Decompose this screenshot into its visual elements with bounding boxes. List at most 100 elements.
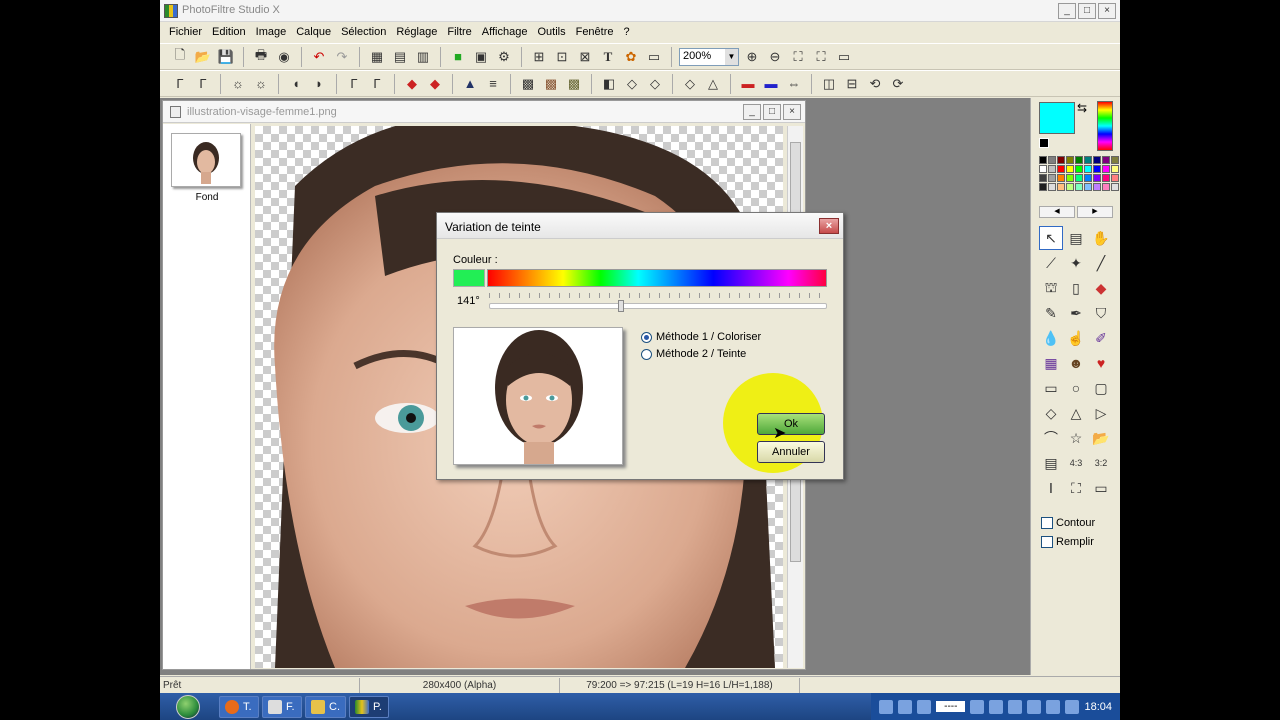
palette-swatch[interactable] xyxy=(1093,183,1101,191)
sharpen-icon[interactable]: ◧ xyxy=(599,74,619,94)
transform-icon[interactable]: ⇔ xyxy=(784,74,804,94)
text-cursor-icon[interactable]: Ⅰ xyxy=(1039,476,1063,500)
histogram-icon[interactable]: ▲ xyxy=(460,74,480,94)
dialog-close-icon[interactable]: × xyxy=(819,218,839,234)
brightness-down-icon[interactable]: ☼ xyxy=(228,74,248,94)
method2-radio[interactable] xyxy=(641,348,652,360)
palette-next-icon[interactable]: ▶ xyxy=(1077,206,1113,218)
palette-swatch[interactable] xyxy=(1093,165,1101,173)
palette-swatch[interactable] xyxy=(1084,156,1092,164)
blur-drop-icon[interactable]: 💧 xyxy=(1039,326,1063,350)
arrow-shape-icon[interactable]: ▷ xyxy=(1089,401,1113,425)
copy-icon[interactable]: ▤ xyxy=(390,47,410,67)
grayscale-icon[interactable]: ▩ xyxy=(518,74,538,94)
diamond-icon[interactable]: ◇ xyxy=(1039,401,1063,425)
sepia-icon[interactable]: ▩ xyxy=(541,74,561,94)
method2-option[interactable]: Méthode 2 / Teinte xyxy=(641,348,746,360)
pointer-tool-icon[interactable]: ↖ xyxy=(1039,226,1063,250)
eraser-icon[interactable]: ◆ xyxy=(1089,276,1113,300)
palette-swatch[interactable] xyxy=(1039,165,1047,173)
palette-swatch[interactable] xyxy=(1048,183,1056,191)
zoom-in-icon[interactable]: ⊕ xyxy=(742,47,762,67)
new-file-icon[interactable]: 🗋 xyxy=(170,47,190,67)
fill-option[interactable]: Remplir xyxy=(1041,536,1094,548)
palette-swatch[interactable] xyxy=(1066,156,1074,164)
method1-option[interactable]: Méthode 1 / Coloriser xyxy=(641,331,761,343)
plugin-icon[interactable]: ✿ xyxy=(621,47,641,67)
spray-icon[interactable]: ▯ xyxy=(1064,276,1088,300)
minimize-button[interactable]: _ xyxy=(1058,3,1076,19)
menu-fichier[interactable]: Fichier xyxy=(164,26,207,38)
open-folder-icon[interactable]: 📂 xyxy=(193,47,213,67)
tray-icon-4[interactable] xyxy=(970,699,985,714)
doc-maximize-button[interactable]: □ xyxy=(763,104,781,120)
rectangle-icon[interactable]: ▭ xyxy=(1039,376,1063,400)
settings-icon[interactable]: ⚙ xyxy=(494,47,514,67)
layer-thumbnail[interactable] xyxy=(171,133,241,187)
color-palette[interactable] xyxy=(1039,156,1119,191)
tray-icon-2[interactable] xyxy=(898,699,913,714)
palette-swatch[interactable] xyxy=(1039,183,1047,191)
window-icon[interactable]: ▭ xyxy=(644,47,664,67)
saturation-up-icon[interactable]: ◆ xyxy=(425,74,445,94)
gamma-up-icon[interactable]: Γ xyxy=(367,74,387,94)
palette-swatch[interactable] xyxy=(1102,174,1110,182)
palette-swatch[interactable] xyxy=(1084,174,1092,182)
palette-swatch[interactable] xyxy=(1075,183,1083,191)
taskbar-item-f[interactable]: F. xyxy=(262,695,302,718)
eyedropper-icon[interactable]: ⟋ xyxy=(1039,251,1063,275)
palette-swatch[interactable] xyxy=(1066,174,1074,182)
print-icon[interactable]: 🖶 xyxy=(251,47,271,67)
palette-swatch[interactable] xyxy=(1066,165,1074,173)
zoom-out-icon[interactable]: ⊖ xyxy=(765,47,785,67)
swap-colors-icon[interactable]: ⇆ xyxy=(1077,101,1087,115)
palette-swatch[interactable] xyxy=(1048,156,1056,164)
pattern-tool-icon[interactable]: ▦ xyxy=(1039,351,1063,375)
menu-reglage[interactable]: Réglage xyxy=(391,26,442,38)
rounded-rect-icon[interactable]: ▢ xyxy=(1089,376,1113,400)
tray-input[interactable]: ---- xyxy=(936,701,966,712)
palette-swatch[interactable] xyxy=(1111,174,1119,182)
method1-radio[interactable] xyxy=(641,331,652,343)
bluetooth-icon[interactable] xyxy=(1027,699,1042,714)
zoom-select[interactable]: 200% ▼ xyxy=(679,47,739,66)
menu-help[interactable]: ? xyxy=(619,26,635,38)
text-icon[interactable]: T xyxy=(598,47,618,67)
clone-face-icon[interactable]: ☻ xyxy=(1064,351,1088,375)
menu-image[interactable]: Image xyxy=(251,26,292,38)
menu-selection[interactable]: Sélection xyxy=(336,26,391,38)
rotate-right-icon[interactable]: ⟳ xyxy=(888,74,908,94)
palette-swatch[interactable] xyxy=(1048,174,1056,182)
background-color[interactable] xyxy=(1039,138,1049,148)
paste-new-icon[interactable]: ▦ xyxy=(367,47,387,67)
levels-icon[interactable]: ≡ xyxy=(483,74,503,94)
palette-swatch[interactable] xyxy=(1075,174,1083,182)
pen-icon[interactable]: ✒ xyxy=(1064,301,1088,325)
palette-swatch[interactable] xyxy=(1039,174,1047,182)
palette-swatch[interactable] xyxy=(1093,174,1101,182)
brightness-up-icon[interactable]: ☼ xyxy=(251,74,271,94)
palette-swatch[interactable] xyxy=(1111,165,1119,173)
open-selection-icon[interactable]: 📂 xyxy=(1089,426,1113,450)
pattern-icon[interactable]: ▩ xyxy=(564,74,584,94)
doc-minimize-button[interactable]: _ xyxy=(743,104,761,120)
palette-swatch[interactable] xyxy=(1057,174,1065,182)
maximize-button[interactable]: □ xyxy=(1078,3,1096,19)
foreground-color[interactable] xyxy=(1039,102,1075,134)
palette-swatch[interactable] xyxy=(1057,183,1065,191)
scan-icon[interactable]: ◉ xyxy=(274,47,294,67)
color-balance-icon[interactable]: ▬ xyxy=(738,74,758,94)
taskbar-item-firefox[interactable]: T. xyxy=(219,695,259,718)
invert-icon[interactable]: ▬ xyxy=(761,74,781,94)
crop-icon[interactable]: ⊠ xyxy=(575,47,595,67)
menu-affichage[interactable]: Affichage xyxy=(477,26,533,38)
palette-swatch[interactable] xyxy=(1075,165,1083,173)
frame-icon[interactable]: ▣ xyxy=(471,47,491,67)
blur-icon[interactable]: ◇ xyxy=(622,74,642,94)
palette-prev-icon[interactable]: ◀ xyxy=(1039,206,1075,218)
gradient-icon[interactable]: ■ xyxy=(448,47,468,67)
palette-swatch[interactable] xyxy=(1057,156,1065,164)
palette-swatch[interactable] xyxy=(1084,165,1092,173)
close-button[interactable]: × xyxy=(1098,3,1116,19)
fullscreen-icon[interactable]: ▭ xyxy=(834,47,854,67)
